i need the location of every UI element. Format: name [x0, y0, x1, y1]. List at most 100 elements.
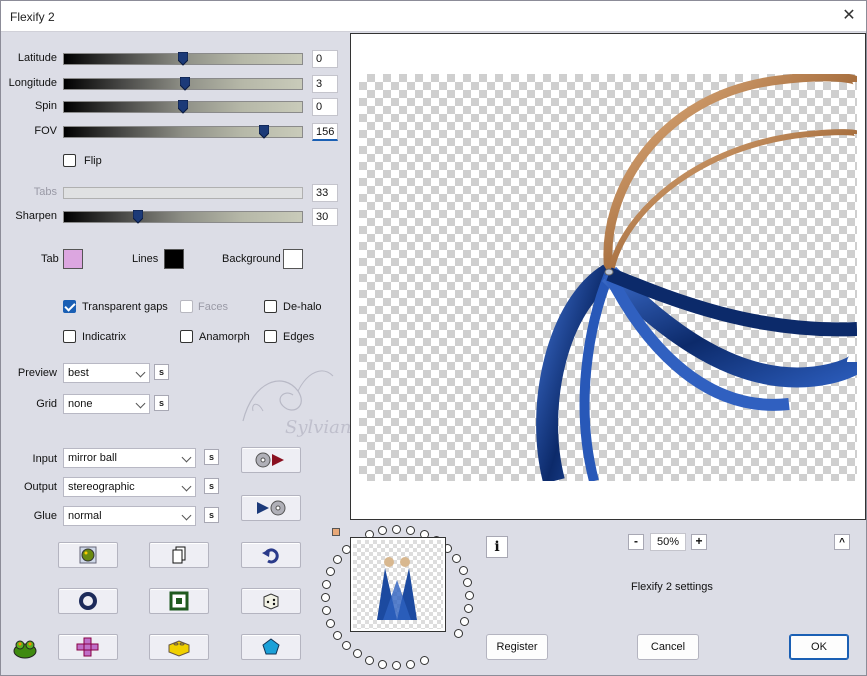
pentagon-button[interactable] — [241, 634, 301, 660]
cross-button[interactable] — [58, 634, 118, 660]
navigator-dot[interactable] — [332, 555, 342, 565]
background-color-swatch[interactable] — [283, 249, 303, 269]
flexify-dialog: Flexify 2 ✕ Latitude 0 Longitude 3 Spin 0 FOV 1… — [0, 0, 867, 676]
collapse-icon[interactable]: ^ — [834, 534, 850, 550]
longitude-slider-thumb[interactable] — [180, 77, 191, 91]
output-label: Output — [23, 481, 57, 493]
zoom-out-button[interactable]: - — [628, 534, 644, 550]
fov-slider-thumb[interactable] — [258, 125, 269, 139]
sharpen-label: Sharpen — [15, 210, 57, 222]
copy-button[interactable] — [149, 542, 209, 568]
faces-label: Faces — [198, 301, 228, 313]
spin-slider[interactable] — [63, 100, 303, 114]
navigator-dot[interactable] — [341, 640, 351, 650]
edges-checkbox[interactable] — [264, 330, 277, 343]
brick-button[interactable] — [149, 634, 209, 660]
spin-slider-thumb[interactable] — [178, 100, 188, 114]
tabs-slider[interactable] — [63, 187, 303, 199]
output-s-button[interactable]: s — [204, 478, 219, 494]
preview-label: Preview — [17, 367, 57, 379]
transparent-gaps-checkbox[interactable] — [63, 300, 76, 313]
navigator-dot[interactable] — [378, 526, 388, 536]
random-dice-button[interactable] — [241, 588, 301, 614]
source-thumbnail — [350, 537, 446, 632]
ok-button[interactable]: OK — [789, 634, 849, 660]
indicatrix-checkbox[interactable] — [63, 330, 76, 343]
undo-button[interactable] — [241, 542, 301, 568]
spin-value-field[interactable]: 0 — [312, 98, 338, 116]
input-play-button[interactable] — [241, 447, 301, 473]
indicatrix-label: Indicatrix — [82, 331, 127, 343]
navigator-dot[interactable] — [364, 655, 374, 665]
navigator-dot[interactable] — [463, 578, 473, 588]
info-icon[interactable]: i — [486, 536, 508, 558]
dice-icon — [263, 593, 279, 610]
navigator-dot[interactable] — [454, 629, 464, 639]
latitude-value-field[interactable]: 0 — [312, 50, 338, 68]
navigator-dot[interactable] — [452, 554, 462, 564]
cancel-button[interactable]: Cancel — [637, 634, 699, 660]
navigator-dot[interactable] — [321, 593, 330, 602]
navigator-dot[interactable] — [326, 567, 336, 577]
zoom-in-button[interactable]: + — [691, 534, 707, 550]
preview-s-button[interactable]: s — [154, 364, 169, 380]
navigator-start-marker[interactable] — [332, 528, 340, 536]
glue-select[interactable]: normal — [63, 506, 196, 526]
preview-pane[interactable] — [350, 33, 866, 520]
zoom-value: 50% — [650, 533, 686, 551]
register-button[interactable]: Register — [486, 634, 548, 660]
input-s-button[interactable]: s — [204, 449, 219, 465]
randomize-button[interactable] — [58, 542, 118, 568]
title-bar: Flexify 2 ✕ — [1, 1, 866, 32]
navigator-dot[interactable] — [458, 565, 468, 575]
tabs-value-field[interactable]: 33 — [312, 184, 338, 202]
sharpen-value-field[interactable]: 30 — [312, 208, 338, 226]
de-halo-checkbox[interactable] — [264, 300, 277, 313]
latitude-slider[interactable] — [63, 52, 303, 66]
output-select[interactable]: stereographic — [63, 477, 196, 497]
navigator-dot[interactable] — [352, 649, 362, 659]
grid-s-button[interactable]: s — [154, 395, 169, 411]
undo-arrow-icon — [262, 548, 279, 564]
input-select[interactable]: mirror ball — [63, 448, 196, 468]
preview-select[interactable]: best — [63, 363, 150, 383]
preview-select-value: best — [68, 367, 89, 379]
flip-checkbox[interactable] — [63, 154, 76, 167]
navigator-dot[interactable] — [322, 606, 332, 616]
fov-slider[interactable] — [63, 125, 303, 139]
preview-canvas[interactable] — [359, 74, 857, 481]
faces-checkbox[interactable] — [180, 300, 193, 313]
navigator-dot[interactable] — [460, 617, 470, 627]
output-play-button[interactable] — [241, 495, 301, 521]
grid-select[interactable]: none — [63, 394, 150, 414]
sharpen-slider[interactable] — [63, 210, 303, 224]
navigator-dot[interactable] — [332, 630, 342, 640]
navigator-dot[interactable] — [392, 660, 402, 670]
reset-button[interactable] — [58, 588, 118, 614]
navigator-dot[interactable] — [464, 591, 474, 601]
glue-s-button[interactable]: s — [204, 507, 219, 523]
output-select-value: stereographic — [68, 481, 135, 493]
navigator-dot[interactable] — [326, 618, 336, 628]
square-frame-icon — [169, 591, 189, 611]
tab-color-swatch[interactable] — [63, 249, 83, 269]
fov-value-field[interactable]: 156 — [312, 123, 338, 141]
longitude-value-field[interactable]: 3 — [312, 75, 338, 93]
navigator-dot[interactable] — [419, 656, 429, 666]
grid-label: Grid — [36, 398, 57, 410]
navigator-dot[interactable] — [406, 526, 416, 536]
navigator-dot[interactable] — [322, 579, 332, 589]
navigator-dot[interactable] — [463, 604, 473, 614]
longitude-slider[interactable] — [63, 77, 303, 91]
frame-button[interactable] — [149, 588, 209, 614]
thumbnail-image — [377, 557, 417, 620]
latitude-slider-thumb[interactable] — [178, 52, 188, 66]
close-icon[interactable]: ✕ — [838, 5, 860, 27]
sharpen-slider-thumb[interactable] — [132, 210, 143, 224]
anamorph-checkbox[interactable] — [180, 330, 193, 343]
lines-color-swatch[interactable] — [164, 249, 184, 269]
navigator-dot[interactable] — [378, 659, 388, 669]
navigator-dot[interactable] — [406, 659, 416, 669]
chevron-down-icon — [181, 452, 192, 463]
navigator-dot[interactable] — [392, 525, 402, 534]
